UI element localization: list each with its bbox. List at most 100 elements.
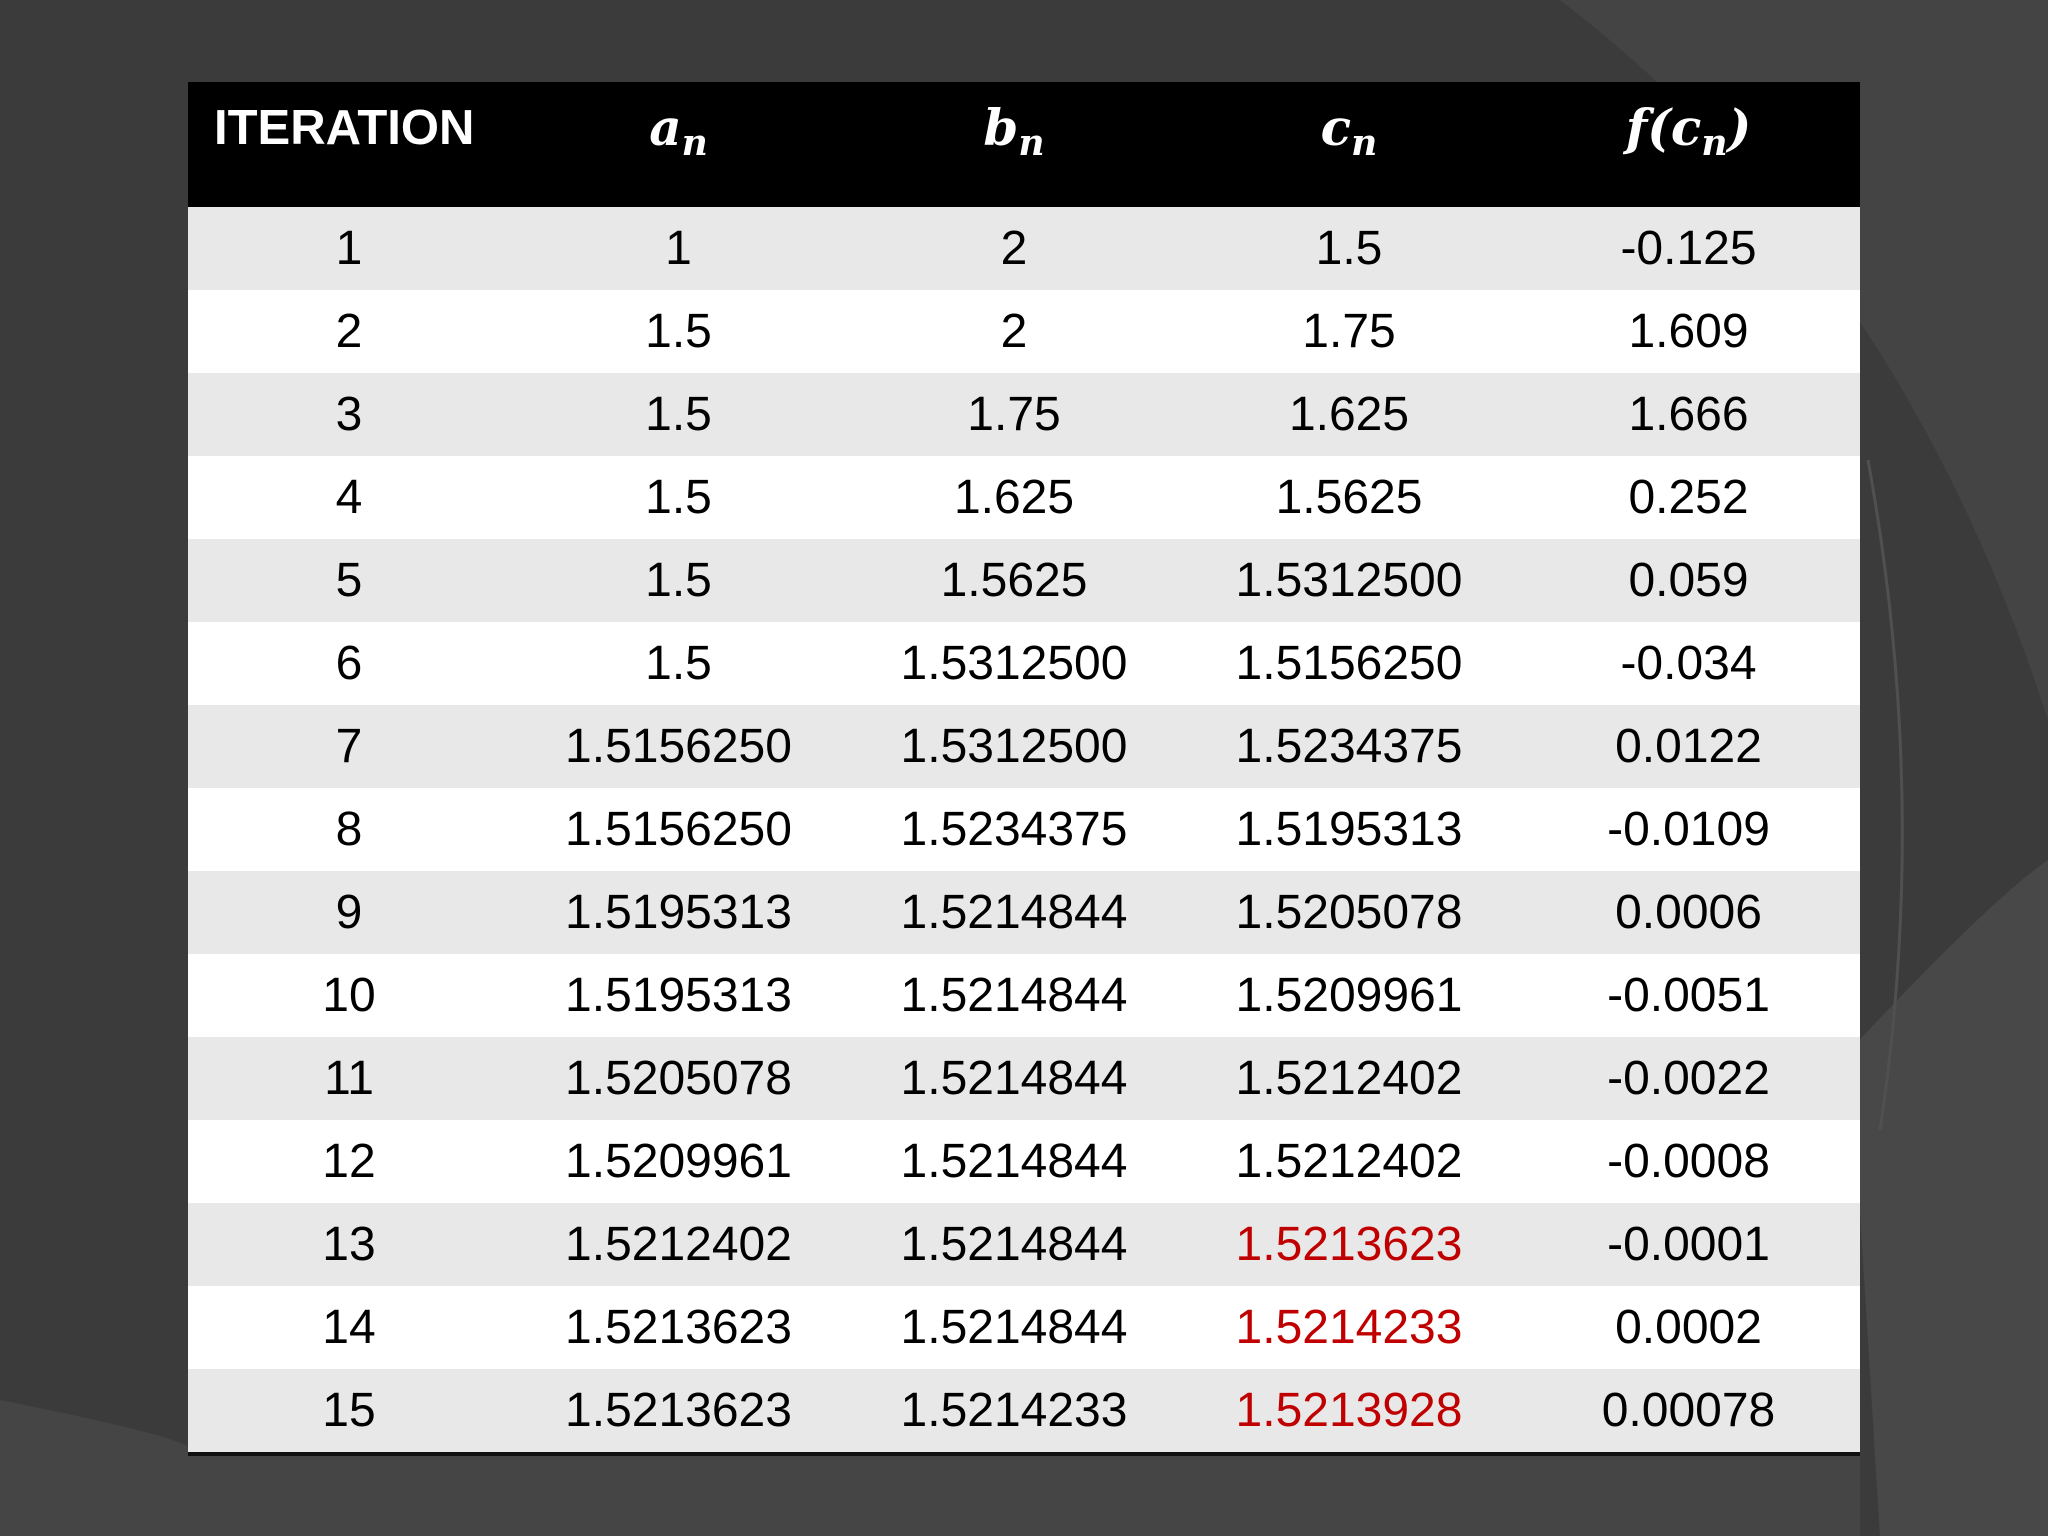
cell-a-n: 1.5209961 (565, 1135, 792, 1188)
cell-b-n: 1.5234375 (900, 803, 1128, 856)
cell-c-n: 1.5 (1315, 222, 1383, 275)
cell-f-c-n: -0.0109 (1607, 803, 1770, 856)
cell-c-n: 1.5212402 (1235, 1052, 1463, 1105)
cell-a-n: 1.5213623 (565, 1384, 792, 1437)
cell-a-n: 1.5 (645, 305, 712, 358)
cell-c-n: 1.5212402 (1235, 1135, 1463, 1188)
table-row: 4 1.5 1.625 1.5625 0.252 (188, 456, 1860, 539)
cell-b-n: 1.5312500 (900, 720, 1128, 773)
table-row: 2 1.5 2 1.75 1.609 (188, 290, 1860, 373)
header-b-n: bn (983, 98, 1045, 164)
cell-f-c-n: 0.059 (1628, 554, 1749, 607)
table-row: 1 1 2 1.5 -0.125 (188, 207, 1860, 290)
header-row: ITERATION an bn cn f(cn) (188, 82, 1860, 207)
cell-c-n: 1.5625 (1275, 471, 1423, 524)
table-row: 3 1.5 1.75 1.625 1.666 (188, 373, 1860, 456)
cell-f-c-n: 0.0122 (1615, 720, 1762, 773)
table-row: 11 1.5205078 1.5214844 1.5212402 -0.0022 (188, 1037, 1860, 1120)
cell-iteration: 6 (335, 637, 363, 690)
cell-b-n: 1.5214233 (900, 1384, 1128, 1437)
header-f-c-n: f(cn) (1625, 98, 1752, 164)
cell-iteration: 4 (335, 471, 363, 524)
table-row: 12 1.5209961 1.5214844 1.5212402 -0.0008 (188, 1120, 1860, 1203)
cell-f-c-n: -0.034 (1620, 637, 1757, 690)
cell-c-n: 1.5213623 (1235, 1218, 1463, 1271)
header-iteration: ITERATION (214, 101, 475, 155)
cell-iteration: 15 (322, 1384, 376, 1437)
cell-iteration: 2 (335, 305, 363, 358)
cell-c-n: 1.5214233 (1235, 1301, 1463, 1354)
cell-iteration: 13 (322, 1218, 376, 1271)
cell-c-n: 1.625 (1288, 388, 1410, 441)
cell-a-n: 1.5156250 (565, 720, 792, 773)
cell-f-c-n: 1.609 (1628, 305, 1749, 358)
cell-a-n: 1.5156250 (565, 803, 792, 856)
cell-c-n: 1.5156250 (1235, 637, 1463, 690)
cell-c-n: 1.5209961 (1235, 969, 1463, 1022)
cell-iteration: 7 (335, 720, 363, 773)
cell-a-n: 1.5195313 (565, 886, 792, 939)
cell-b-n: 1.5214844 (900, 1135, 1128, 1188)
header-a-n: an (649, 98, 708, 164)
cell-iteration: 14 (322, 1301, 376, 1354)
cell-c-n: 1.5234375 (1235, 720, 1463, 773)
header-c-n: cn (1320, 98, 1378, 164)
cell-f-c-n: -0.0022 (1607, 1052, 1770, 1105)
cell-a-n: 1 (665, 222, 692, 275)
table-row: 9 1.5195313 1.5214844 1.5205078 0.0006 (188, 871, 1860, 954)
table-row: 15 1.5213623 1.5214233 1.5213928 0.00078 (188, 1369, 1860, 1452)
cell-iteration: 1 (335, 222, 363, 275)
cell-c-n: 1.75 (1302, 305, 1396, 358)
cell-b-n: 1.625 (953, 471, 1075, 524)
cell-f-c-n: -0.0008 (1607, 1135, 1770, 1188)
cell-f-c-n: -0.125 (1620, 222, 1757, 275)
cell-f-c-n: 0.0002 (1615, 1301, 1762, 1354)
cell-a-n: 1.5212402 (565, 1218, 792, 1271)
cell-b-n: 1.5214844 (900, 1218, 1128, 1271)
cell-iteration: 10 (322, 969, 376, 1022)
cell-f-c-n: 0.0006 (1615, 886, 1762, 939)
cell-b-n: 1.5214844 (900, 886, 1128, 939)
cell-b-n: 1.5312500 (900, 637, 1128, 690)
iteration-table: ITERATION an bn cn f(cn) 1 1 2 1.5 -0.125 2 1.… (188, 82, 1860, 1452)
table-row: 13 1.5212402 1.5214844 1.5213623 -0.0001 (188, 1203, 1860, 1286)
cell-iteration: 8 (335, 803, 363, 856)
cell-a-n: 1.5205078 (565, 1052, 792, 1105)
cell-a-n: 1.5195313 (565, 969, 792, 1022)
cell-iteration: 9 (335, 886, 363, 939)
cell-f-c-n: 0.252 (1628, 471, 1749, 524)
cell-a-n: 1.5 (645, 471, 712, 524)
cell-b-n: 2 (1000, 305, 1028, 358)
cell-f-c-n: 1.666 (1628, 388, 1749, 441)
cell-f-c-n: -0.0001 (1607, 1218, 1770, 1271)
table-row: 7 1.5156250 1.5312500 1.5234375 0.0122 (188, 705, 1860, 788)
cell-c-n: 1.5312500 (1235, 554, 1463, 607)
cell-iteration: 11 (324, 1052, 374, 1105)
cell-a-n: 1.5 (645, 388, 712, 441)
cell-c-n: 1.5205078 (1235, 886, 1463, 939)
cell-f-c-n: 0.00078 (1601, 1384, 1776, 1437)
cell-b-n: 1.75 (967, 388, 1061, 441)
cell-iteration: 5 (335, 554, 363, 607)
cell-a-n: 1.5 (645, 637, 712, 690)
cell-iteration: 3 (335, 388, 363, 441)
table-row: 5 1.5 1.5625 1.5312500 0.059 (188, 539, 1860, 622)
table-bottom-rule (188, 1452, 1860, 1456)
cell-c-n: 1.5195313 (1235, 803, 1463, 856)
cell-b-n: 1.5214844 (900, 969, 1128, 1022)
cell-c-n: 1.5213928 (1235, 1384, 1463, 1437)
table-row: 6 1.5 1.5312500 1.5156250 -0.034 (188, 622, 1860, 705)
table-row: 8 1.5156250 1.5234375 1.5195313 -0.0109 (188, 788, 1860, 871)
table-row: 14 1.5213623 1.5214844 1.5214233 0.0002 (188, 1286, 1860, 1369)
cell-b-n: 2 (1000, 222, 1028, 275)
cell-a-n: 1.5 (645, 554, 712, 607)
cell-f-c-n: -0.0051 (1607, 969, 1770, 1022)
table-row: 10 1.5195313 1.5214844 1.5209961 -0.0051 (188, 954, 1860, 1037)
table-body: 1 1 2 1.5 -0.125 2 1.5 2 1.75 1.609 3 1.5 1.75 1.625 1… (188, 207, 1860, 1452)
bisection-table: ITERATION an bn cn f(cn) 1 1 2 1.5 -0.125 2 1.… (188, 82, 1860, 1456)
cell-iteration: 12 (322, 1135, 376, 1188)
cell-b-n: 1.5214844 (900, 1052, 1128, 1105)
cell-a-n: 1.5213623 (565, 1301, 792, 1354)
cell-b-n: 1.5214844 (900, 1301, 1128, 1354)
cell-b-n: 1.5625 (940, 554, 1088, 607)
